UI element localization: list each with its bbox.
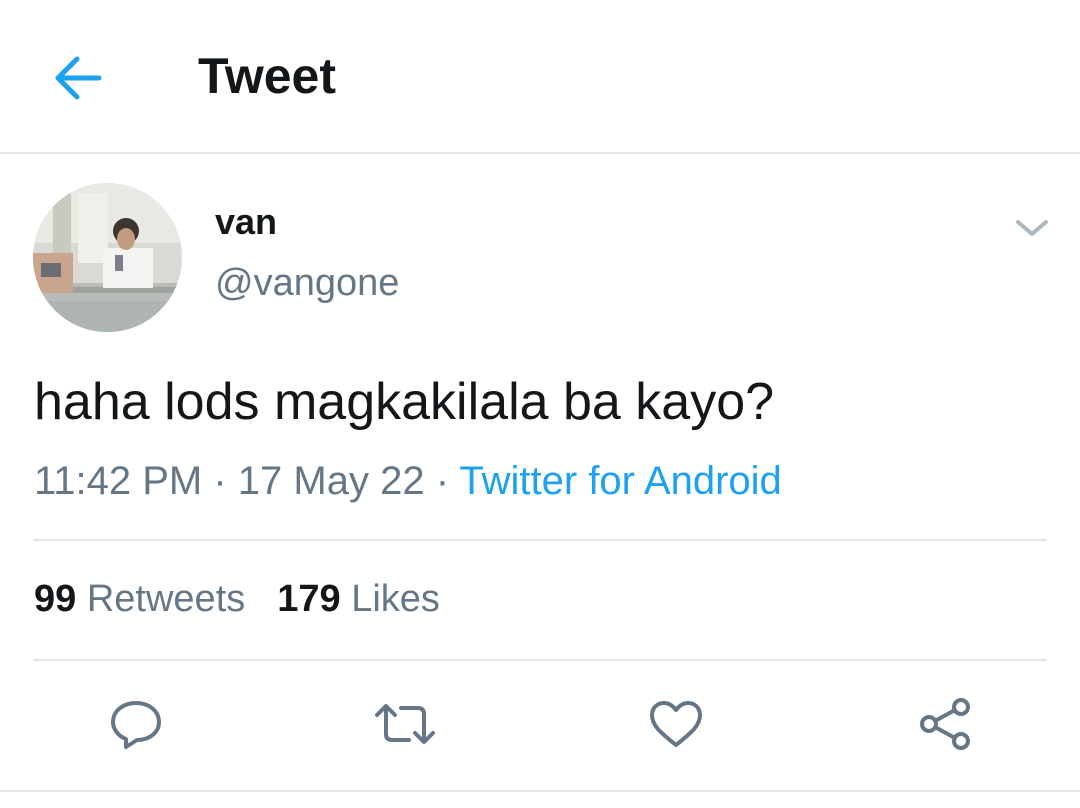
- divider: [33, 659, 1047, 661]
- tweet-date: 17 May 22: [237, 459, 425, 503]
- tweet-detail-screen: Tweet van @vangone haha lods magkakilala…: [0, 0, 1080, 808]
- tweet-text: haha lods magkakilala ba kayo?: [34, 373, 775, 431]
- retweets-stat[interactable]: 99 Retweets: [34, 574, 245, 624]
- tweet-meta: 11:42 PM · 17 May 22 · Twitter for Andro…: [34, 456, 782, 506]
- profile-photo: [33, 183, 182, 332]
- divider: [33, 539, 1047, 541]
- back-button[interactable]: [44, 44, 112, 112]
- page-title: Tweet: [198, 48, 336, 104]
- tweet-source-link[interactable]: Twitter for Android: [459, 459, 781, 503]
- tweet-time: 11:42 PM: [34, 459, 203, 503]
- tweet-stats: 99 Retweets 179 Likes: [34, 574, 440, 624]
- tweet-options-button[interactable]: [1008, 204, 1056, 252]
- divider: [0, 790, 1080, 792]
- author-handle[interactable]: @vangone: [215, 260, 399, 306]
- top-app-bar: Tweet: [0, 0, 1080, 154]
- retweet-icon: [375, 704, 435, 744]
- meta-separator: ·: [424, 459, 460, 503]
- arrow-left-icon: [55, 56, 102, 100]
- reply-icon: [111, 701, 161, 749]
- retweets-count: 99: [34, 578, 77, 620]
- chevron-down-icon: [1016, 220, 1048, 236]
- author-display-name[interactable]: van: [215, 200, 277, 244]
- meta-separator: ·: [202, 459, 238, 503]
- like-button[interactable]: [644, 692, 708, 756]
- like-icon: [650, 701, 702, 747]
- share-icon: [920, 698, 970, 750]
- share-button[interactable]: [913, 692, 977, 756]
- retweets-label: Retweets: [86, 578, 246, 620]
- likes-count: 179: [277, 578, 341, 620]
- retweet-button[interactable]: [373, 692, 437, 756]
- likes-stat[interactable]: 179 Likes: [277, 574, 440, 624]
- likes-label: Likes: [351, 578, 440, 620]
- reply-button[interactable]: [104, 692, 168, 756]
- avatar[interactable]: [33, 183, 182, 332]
